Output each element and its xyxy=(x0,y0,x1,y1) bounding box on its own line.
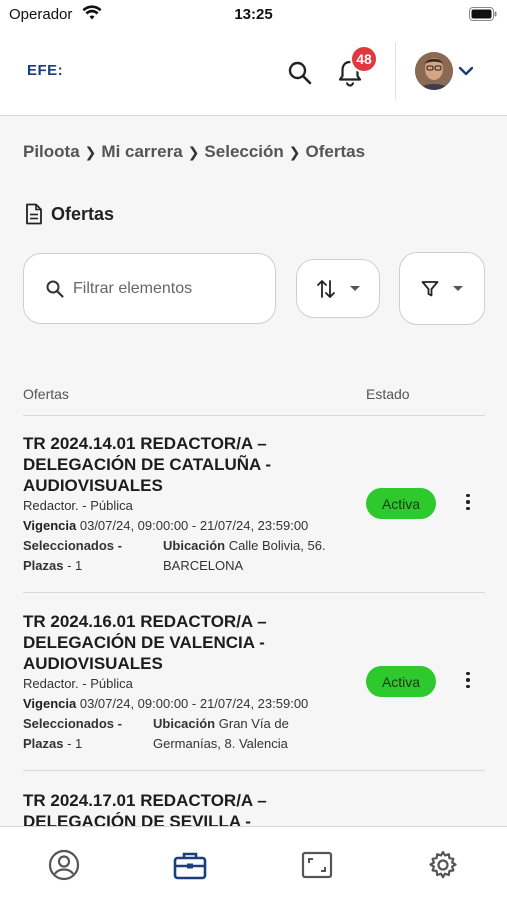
page-title: Ofertas xyxy=(25,203,114,225)
filter-button[interactable] xyxy=(399,252,485,325)
battery-icon xyxy=(469,7,497,26)
bottom-tab-bar xyxy=(0,826,507,900)
header-divider xyxy=(395,42,396,100)
places-label: Plazas xyxy=(23,558,64,573)
offer-row[interactable]: TR 2024.16.01 REDACTOR/A – DELEGACIÓN DE… xyxy=(23,611,485,771)
location-line2: Germanías, 8. Valencia xyxy=(153,736,288,751)
offer-validity: Vigencia 03/07/24, 09:00:00 - 21/07/24, … xyxy=(23,516,485,536)
notification-badge: 48 xyxy=(350,45,378,73)
efe-logo: EFE: xyxy=(27,62,64,79)
places-label: Plazas xyxy=(23,736,64,751)
funnel-icon xyxy=(421,280,439,296)
location-line1: Calle Bolivia, 56. xyxy=(228,538,326,553)
search-button[interactable] xyxy=(286,59,314,87)
chevron-right-icon: ❯ xyxy=(288,143,301,160)
column-header-status: Estado xyxy=(366,386,410,402)
account-menu-button[interactable] xyxy=(457,62,475,80)
user-circle-icon xyxy=(48,849,80,881)
row-more-button[interactable] xyxy=(461,669,475,691)
tab-career[interactable] xyxy=(173,848,207,882)
briefcase-icon xyxy=(173,852,207,880)
status-badge: Activa xyxy=(366,488,436,519)
selected-label: Seleccionados - xyxy=(23,716,122,731)
validity-label: Vigencia xyxy=(23,696,77,711)
location-line2: BARCELONA xyxy=(163,558,244,573)
app-header: EFE: 48 xyxy=(0,30,507,116)
location-label: Ubicación xyxy=(153,716,216,731)
row-more-button[interactable] xyxy=(461,491,475,513)
search-icon xyxy=(46,280,64,298)
validity-value: 03/07/24, 09:00:00 - 21/07/24, 23:59:00 xyxy=(79,696,309,711)
avatar[interactable] xyxy=(415,52,453,90)
offer-details: Seleccionados - Plazas - 1 Ubicación Gran… xyxy=(23,714,485,754)
page-title-text: Ofertas xyxy=(51,203,115,224)
offer-details: Seleccionados - Plazas - 1 Ubicación Call… xyxy=(23,536,485,576)
filter-input[interactable] xyxy=(73,279,263,298)
breadcrumb-item-piloota[interactable]: Piloota xyxy=(23,142,80,162)
validity-label: Vigencia xyxy=(23,518,77,533)
offer-row[interactable]: TR 2024.14.01 REDACTOR/A – DELEGACIÓN DE… xyxy=(23,433,485,593)
frame-icon xyxy=(301,851,333,879)
gear-icon xyxy=(429,850,457,879)
offer-title[interactable]: TR 2024.14.01 REDACTOR/A – DELEGACIÓN DE… xyxy=(23,433,323,496)
tab-settings[interactable] xyxy=(426,848,460,882)
breadcrumb-item-mi-carrera[interactable]: Mi carrera xyxy=(101,142,182,162)
filter-field[interactable] xyxy=(23,253,276,324)
places-value: - 1 xyxy=(67,736,83,751)
chevron-down-icon xyxy=(458,66,474,76)
status-badge: Activa xyxy=(366,666,436,697)
column-header-offers: Ofertas xyxy=(23,386,69,402)
chevron-right-icon: ❯ xyxy=(84,143,97,160)
places-value: - 1 xyxy=(67,558,83,573)
sort-button[interactable] xyxy=(296,259,380,318)
search-icon xyxy=(288,61,312,85)
caret-down-icon xyxy=(350,286,360,291)
selected-label: Seleccionados - xyxy=(23,538,122,553)
chevron-right-icon: ❯ xyxy=(187,143,200,160)
clock: 13:25 xyxy=(234,6,273,23)
validity-value: 03/07/24, 09:00:00 - 21/07/24, 23:59:00 xyxy=(79,518,309,533)
document-icon xyxy=(26,203,42,225)
tab-fullscreen[interactable] xyxy=(300,848,334,882)
table-header: Ofertas Estado xyxy=(23,386,485,416)
breadcrumb: Piloota ❯ Mi carrera ❯ Selección ❯ Ofert… xyxy=(23,142,365,162)
location-label: Ubicación xyxy=(163,538,226,553)
location-line1: Gran Vía de xyxy=(218,716,289,731)
offer-validity: Vigencia 03/07/24, 09:00:00 - 21/07/24, … xyxy=(23,694,485,714)
offer-title[interactable]: TR 2024.16.01 REDACTOR/A – DELEGACIÓN DE… xyxy=(23,611,323,674)
caret-down-icon xyxy=(453,286,463,291)
breadcrumb-item-seleccion[interactable]: Selección xyxy=(204,142,283,162)
sort-arrows-icon xyxy=(317,279,335,298)
breadcrumb-item-ofertas: Ofertas xyxy=(305,142,366,161)
tab-profile[interactable] xyxy=(47,848,81,882)
status-bar: Operador 13:25 xyxy=(0,0,507,30)
